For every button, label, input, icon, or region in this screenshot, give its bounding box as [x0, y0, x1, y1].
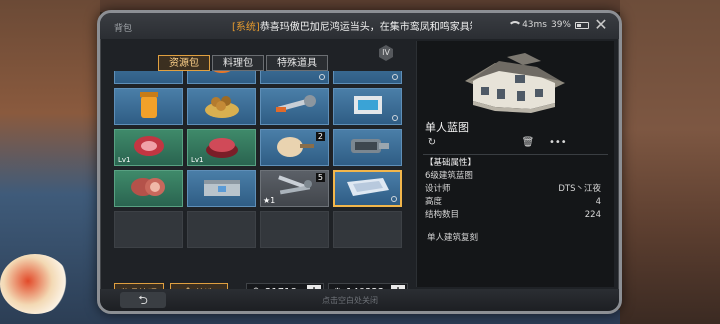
- tab-special-items[interactable]: 特殊道具: [266, 55, 328, 71]
- item-subtitle-row: 6级建筑蓝图: [425, 170, 601, 183]
- item-detail-panel: 单人蓝图 ↻ 🗑 ••• 【基础属性】 6级建筑蓝图 设计师 DTS丶江夜 高度 4…: [416, 41, 614, 287]
- tab-cooking-pack[interactable]: 料理包: [212, 55, 264, 71]
- item-slot-nuts-bowl[interactable]: [187, 88, 256, 125]
- property-designer: 设计师 DTS丶江夜: [425, 183, 601, 196]
- grid-row: Lv1 Lv1 2: [114, 129, 404, 166]
- bound-indicator-icon: [392, 115, 398, 121]
- grid-row: [114, 88, 404, 125]
- property-height: 高度 4: [425, 196, 601, 209]
- share-icon[interactable]: ↻: [425, 136, 439, 150]
- item-slot-weapon[interactable]: [114, 71, 183, 84]
- misc-icon: [353, 71, 383, 77]
- grid-row: [114, 71, 404, 84]
- status-area: 43ms 39%: [508, 20, 589, 30]
- empty-slot: [260, 211, 329, 248]
- item-slot-wrench[interactable]: [260, 88, 329, 125]
- bound-indicator-icon: [319, 74, 325, 80]
- bound-indicator-icon: [392, 74, 398, 80]
- properties-heading: 【基础属性】: [425, 157, 601, 170]
- item-slot-card[interactable]: [333, 88, 402, 125]
- announcement-tag: [系统]: [232, 22, 260, 32]
- item-slot-blade[interactable]: [260, 71, 329, 84]
- property-structure-count: 结构数目 224: [425, 209, 601, 222]
- item-subtitle: 6级建筑蓝图: [425, 171, 473, 181]
- sort-icon[interactable]: IV: [379, 45, 393, 61]
- blade-icon: [272, 71, 318, 76]
- pumpkin-icon: [207, 71, 237, 78]
- close-button[interactable]: ✕: [593, 17, 609, 33]
- item-slot-gourd[interactable]: 2: [260, 129, 329, 166]
- divider: [423, 154, 608, 155]
- game-world-left: [0, 0, 100, 324]
- jar-icon: [137, 90, 161, 124]
- item-slot-blueprint[interactable]: [333, 170, 402, 207]
- detail-actions: ↻ 🗑 •••: [425, 136, 609, 152]
- tab-resource-pack[interactable]: 资源包: [158, 55, 210, 71]
- weapon-icon: [127, 71, 171, 78]
- property-label: 设计师: [425, 184, 451, 194]
- delete-icon[interactable]: 🗑: [521, 136, 535, 150]
- property-value: 224: [584, 210, 601, 220]
- item-slot-sausage[interactable]: [114, 170, 183, 207]
- more-options-icon[interactable]: •••: [549, 136, 567, 150]
- metal-box-icon: [200, 174, 244, 204]
- item-name: 单人蓝图: [425, 121, 469, 134]
- window-title: 背包: [114, 24, 133, 34]
- bound-indicator-icon: [391, 196, 397, 202]
- blueprint-house-image: [465, 53, 565, 113]
- top-bar: 背包 [系统]恭喜玛傲巴加尼鸿运当头，在集市鸾凤和鸣家具箱中获得 43ms 39…: [100, 13, 619, 39]
- bottom-bar: ⮌ 点击空白处关闭: [100, 289, 619, 311]
- property-value: 4: [595, 197, 601, 207]
- property-value: DTS丶江夜: [558, 184, 601, 194]
- gourd-icon: [272, 133, 318, 163]
- ping-value: 43ms: [522, 20, 547, 30]
- item-slot-jar[interactable]: [114, 88, 183, 125]
- empty-slot: [333, 211, 402, 248]
- sausage-icon: [127, 175, 171, 203]
- bolts-icon: [272, 174, 318, 204]
- nuts-bowl-icon: [202, 90, 242, 124]
- tab-bar: 资源包 料理包 特殊道具: [158, 55, 328, 71]
- close-hint: 点击空白处关闭: [322, 296, 378, 305]
- item-level: Lv1: [191, 156, 204, 164]
- item-slot-meat[interactable]: Lv1: [114, 129, 183, 166]
- wrench-icon: [272, 93, 318, 121]
- property-label: 结构数目: [425, 210, 460, 220]
- item-slot-meat-bowl[interactable]: Lv1: [187, 129, 256, 166]
- inventory-panel: 资源包 料理包 特殊道具 IV Lv1Lv125★1 物品管理 ⌃ 筛选 ⁂ 2…: [110, 43, 408, 301]
- item-slot-bolts[interactable]: 5 ★1: [260, 170, 329, 207]
- item-slot-engine[interactable]: [333, 129, 402, 166]
- meat-icon: [130, 132, 168, 164]
- star-rating: ★1: [263, 196, 276, 205]
- grid-row: [114, 211, 404, 248]
- wifi-icon: [508, 21, 523, 29]
- plate-decoration: [0, 254, 70, 314]
- item-count: 2: [315, 132, 325, 141]
- item-slot-metal-box[interactable]: [187, 170, 256, 207]
- item-grid: Lv1 Lv1 2 5 ★1: [114, 71, 404, 261]
- item-level: Lv1: [118, 156, 131, 164]
- grid-row: 5 ★1: [114, 170, 404, 207]
- property-label: 高度: [425, 197, 443, 207]
- inventory-window: 背包 [系统]恭喜玛傲巴加尼鸿运当头，在集市鸾凤和鸣家具箱中获得 43ms 39…: [97, 10, 622, 314]
- section-title: 【基础属性】: [425, 158, 477, 168]
- blueprint-icon: [343, 174, 393, 204]
- item-properties: 【基础属性】 6级建筑蓝图 设计师 DTS丶江夜 高度 4 结构数目 224: [425, 157, 601, 222]
- empty-slot: [187, 211, 256, 248]
- card-icon: [350, 92, 386, 122]
- item-count: 5: [315, 173, 325, 182]
- engine-icon: [345, 133, 391, 163]
- battery-icon: [575, 21, 589, 29]
- back-button[interactable]: ⮌: [120, 292, 166, 308]
- battery-level: [577, 23, 581, 27]
- item-slot-misc[interactable]: [333, 71, 402, 84]
- meat-bowl-icon: [202, 132, 242, 164]
- item-slot-pumpkin[interactable]: [187, 71, 256, 84]
- item-description: 单人建筑复刻: [427, 233, 479, 243]
- empty-slot: [114, 211, 183, 248]
- battery-percent: 39%: [550, 20, 571, 30]
- game-world-right: [620, 0, 720, 324]
- announcement-text: 恭喜玛傲巴加尼鸿运当头，在集市鸾凤和鸣家具箱中获得: [259, 22, 472, 32]
- announcement-marquee: [系统]恭喜玛傲巴加尼鸿运当头，在集市鸾凤和鸣家具箱中获得: [232, 18, 472, 32]
